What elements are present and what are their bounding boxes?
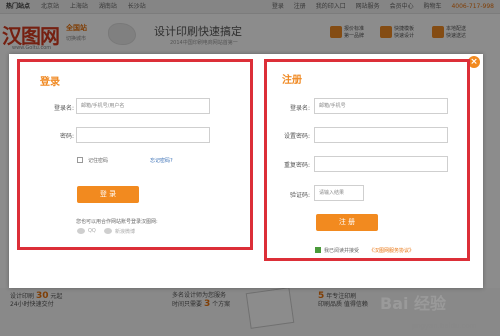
- login-username-input[interactable]: 邮箱/手机号/用户名: [76, 98, 210, 114]
- weibo-login-icon[interactable]: [104, 228, 112, 234]
- baidu-jingyan-watermark: Bai 经验: [380, 294, 447, 313]
- remember-password-checkbox[interactable]: [77, 157, 83, 163]
- register-captcha-label: 验证码:: [289, 192, 310, 199]
- register-username-label: 登录名:: [289, 105, 310, 112]
- captcha-input[interactable]: 请输入结果: [314, 185, 364, 201]
- baidu-jingyan-url: jingyan.baidu.com: [412, 322, 477, 330]
- login-password-label: 密码:: [59, 133, 74, 140]
- qq-login-label[interactable]: QQ: [88, 228, 96, 234]
- register-repeat-password-input[interactable]: [314, 156, 448, 172]
- login-button[interactable]: 登 录: [77, 186, 139, 203]
- weibo-login-label[interactable]: 新浪微博: [115, 228, 135, 235]
- register-password-input[interactable]: [314, 127, 448, 143]
- register-title: 注册: [282, 75, 302, 86]
- remember-password-label: 记住密码: [88, 158, 109, 164]
- login-title: 登录: [40, 77, 60, 88]
- qq-login-icon[interactable]: [77, 228, 85, 234]
- register-button[interactable]: 注 册: [316, 214, 378, 231]
- third-party-login-text: 您也可以用合作网站账号登录汉图网:: [76, 219, 158, 225]
- agree-terms-checkbox[interactable]: [315, 247, 321, 253]
- login-password-input[interactable]: [76, 127, 210, 143]
- register-password-label: 设置密码:: [283, 133, 310, 140]
- login-username-label: 登录名:: [53, 105, 74, 112]
- register-username-input[interactable]: 邮箱/手机号: [314, 98, 448, 114]
- forgot-password-link[interactable]: 忘记密码?: [150, 157, 173, 164]
- agree-terms-label: 我已阅读并接受: [324, 248, 360, 254]
- service-agreement-link[interactable]: 《汉图网服务协议》: [369, 247, 414, 254]
- register-repeat-label: 重复密码:: [283, 162, 310, 169]
